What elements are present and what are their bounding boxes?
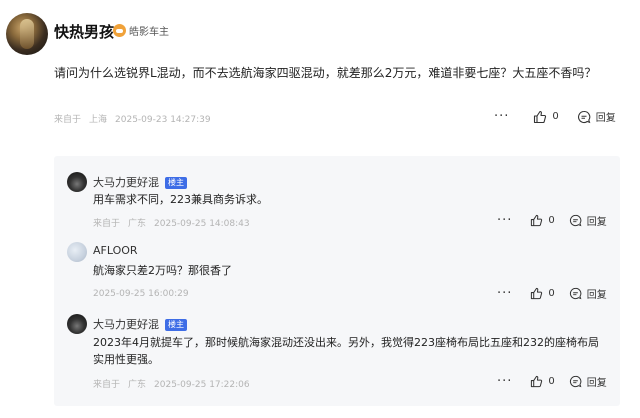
comment-meta-time: 2025-09-25 17:22:06 [154, 380, 250, 390]
comment-author-name[interactable]: 大马力更好混 楼主 [93, 174, 187, 190]
comment-content: 航海家只差2万吗？那很香了 [93, 264, 232, 277]
more-options-button[interactable]: ··· [497, 374, 512, 389]
post-author-name[interactable]: 快热男孩 [54, 21, 114, 42]
comment-author: AFLOOR [93, 244, 138, 257]
car-owner-badge: 皓影车主 [113, 23, 169, 38]
post-author-avatar[interactable] [6, 13, 48, 55]
comment-content: 2023年4月就提车了，那时候航海家混动还没出来。另外，我觉得223座椅布局比五… [93, 336, 599, 366]
like-button[interactable]: 0 [530, 375, 555, 388]
reply-bubble-icon [569, 214, 582, 227]
reply-label: 回复 [586, 378, 607, 389]
like-count: 0 [548, 376, 555, 387]
thumbs-up-icon [531, 214, 543, 227]
reply-button[interactable]: 回复 [577, 109, 616, 124]
host-badge: 楼主 [165, 319, 187, 331]
comment-meta: 来自于 广东 2025-09-25 17:22:06 [93, 377, 250, 390]
like-count: 0 [552, 111, 559, 122]
reply-button[interactable]: 回复 [569, 374, 607, 389]
thumbs-up-icon [531, 287, 543, 300]
post-content: 请问为什么选锐界L混动，而不去选航海家四驱混动，就差那么2万元，难道非要七座？大… [54, 66, 597, 80]
comment-meta-location: 广东 [128, 380, 147, 390]
car-owner-icon [113, 24, 126, 37]
post-meta-location: 上海 [89, 115, 108, 125]
comment-meta-time: 2025-09-25 16:00:29 [93, 289, 189, 299]
comment-author-name[interactable]: 大马力更好混 楼主 [93, 316, 187, 332]
like-count: 0 [548, 288, 555, 299]
host-badge: 楼主 [165, 177, 187, 189]
reply-label: 回复 [586, 217, 607, 228]
post-meta-time: 2025-09-23 14:27:39 [115, 115, 211, 125]
like-button[interactable]: 0 [533, 110, 559, 124]
comment-content: 用车需求不同，223兼具商务诉求。 [93, 193, 268, 206]
post-meta: 来自于 上海 2025-09-23 14:27:39 [54, 112, 211, 125]
more-options-button[interactable]: ··· [497, 213, 512, 228]
comment-avatar[interactable] [67, 172, 87, 192]
comment-meta-location: 广东 [128, 219, 147, 229]
comment-author-name[interactable]: AFLOOR [93, 244, 138, 257]
reply-bubble-icon [569, 375, 582, 388]
comment-avatar[interactable] [67, 242, 87, 262]
reply-label: 回复 [586, 290, 607, 301]
comment-meta-prefix: 来自于 [93, 380, 121, 390]
comment-meta-time: 2025-09-25 14:08:43 [154, 219, 250, 229]
more-options-button[interactable]: ··· [497, 286, 512, 301]
comment-actions: ··· 0 回复 [497, 286, 607, 301]
comment-author: 大马力更好混 [93, 318, 159, 331]
like-button[interactable]: 0 [530, 287, 555, 300]
comment-meta: 来自于 广东 2025-09-25 14:08:43 [93, 216, 250, 229]
reply-button[interactable]: 回复 [569, 213, 607, 228]
comment-avatar[interactable] [67, 314, 87, 334]
comment-actions: ··· 0 回复 [497, 213, 607, 228]
car-owner-label: 皓影车主 [129, 27, 169, 38]
comment-actions: ··· 0 回复 [497, 374, 607, 389]
reply-label: 回复 [595, 113, 616, 124]
like-button[interactable]: 0 [530, 214, 555, 227]
post-meta-prefix: 来自于 [54, 115, 82, 125]
like-count: 0 [548, 215, 555, 226]
thumbs-up-icon [534, 110, 547, 123]
reply-button[interactable]: 回复 [569, 286, 607, 301]
reply-bubble-icon [577, 110, 591, 123]
thumbs-up-icon [531, 375, 543, 388]
comment-meta-prefix: 来自于 [93, 219, 121, 229]
comment-author: 大马力更好混 [93, 176, 159, 189]
comment-meta: 2025-09-25 16:00:29 [93, 289, 189, 299]
reply-bubble-icon [569, 287, 582, 300]
more-options-button[interactable]: ··· [494, 109, 509, 124]
post-actions: ··· 0 回复 [494, 109, 616, 124]
